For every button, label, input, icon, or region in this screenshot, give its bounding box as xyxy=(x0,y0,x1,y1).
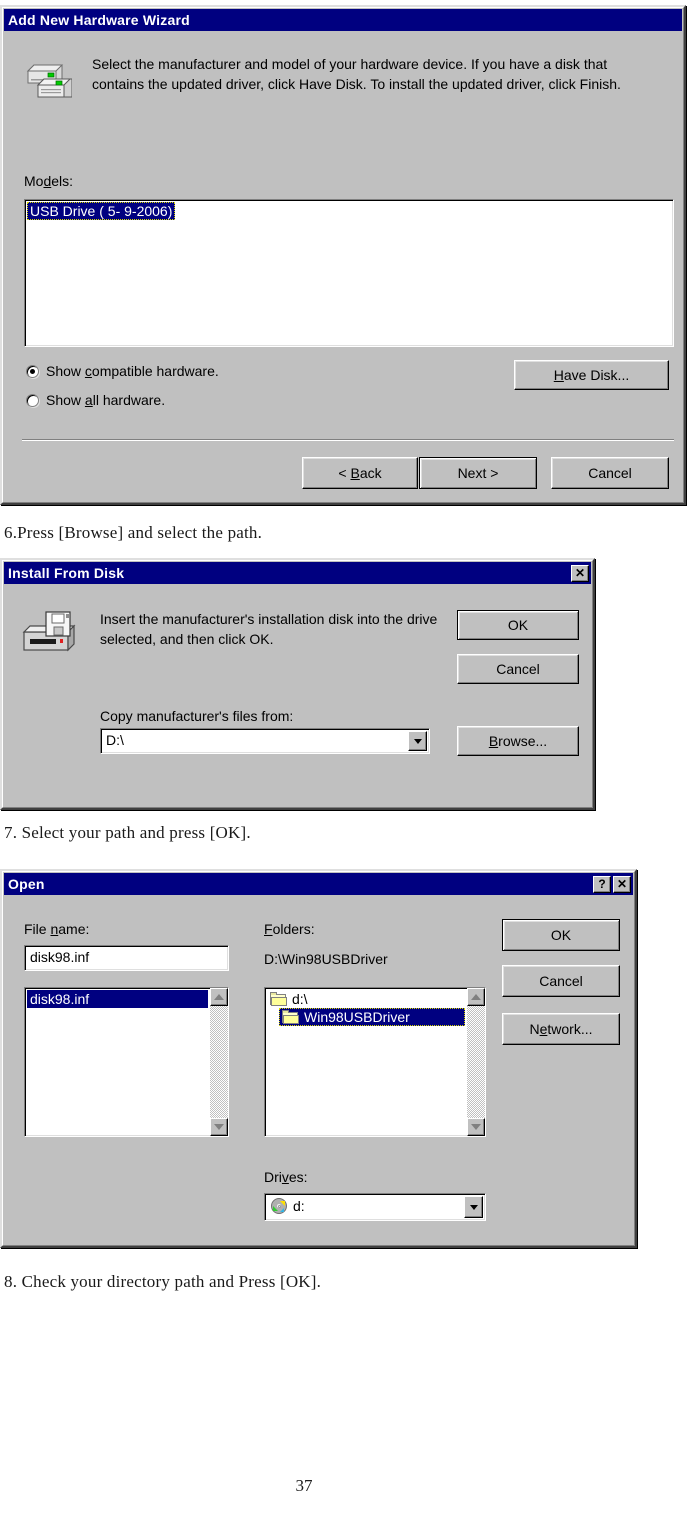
models-label: Models: xyxy=(24,173,74,189)
file-name-value: disk98.inf xyxy=(30,949,90,965)
wizard-separator xyxy=(22,439,674,441)
wizard-instruction: Select the manufacturer and model of you… xyxy=(92,56,621,92)
folder-list-item[interactable]: d:\ xyxy=(267,990,465,1008)
close-icon[interactable]: ✕ xyxy=(613,875,631,893)
folder-list-item[interactable]: Win98USBDriver xyxy=(279,1008,465,1026)
open-dialog-title: Open xyxy=(8,876,45,892)
models-list-item[interactable]: USB Drive ( 5- 9-2006) xyxy=(27,202,176,220)
chevron-down-icon[interactable] xyxy=(464,1196,483,1218)
open-dialog-titlebar[interactable]: Open ? ✕ xyxy=(4,873,633,895)
install-from-disk-titlebar[interactable]: Install From Disk ✕ xyxy=(4,562,591,584)
next-button[interactable]: Next > xyxy=(419,457,537,489)
radio-indicator-all xyxy=(26,393,39,407)
folders-listbox[interactable]: d:\ Win98USBDriver xyxy=(264,987,486,1137)
radio-show-compatible-hardware[interactable]: Show compatible hardware. xyxy=(26,363,219,379)
cancel-button[interactable]: Cancel xyxy=(551,457,669,489)
folders-list-scrollbar[interactable] xyxy=(467,988,485,1136)
install-from-disk-window: Install From Disk ✕ Insert the manufactu… xyxy=(0,558,595,810)
have-disk-button[interactable]: Have Disk... xyxy=(514,360,669,390)
window-inner-frame xyxy=(2,560,593,808)
page-number: 37 xyxy=(295,1476,313,1495)
radio-show-all-hardware[interactable]: Show all hardware. xyxy=(26,392,165,408)
open-folder-icon xyxy=(270,992,287,1006)
drives-combobox[interactable]: d: xyxy=(264,1193,486,1221)
network-button[interactable]: Network... xyxy=(502,1013,620,1045)
browse-button[interactable]: Browse... xyxy=(457,726,579,756)
cd-rom-icon xyxy=(271,1198,287,1214)
scroll-up-icon[interactable] xyxy=(467,988,485,1006)
radio-indicator-compatible xyxy=(26,364,39,378)
file-name-label: File name: xyxy=(24,921,90,937)
step-6-text: 6.Press [Browse] and select the path. xyxy=(4,523,263,542)
copy-files-from-label: Copy manufacturer's files from: xyxy=(100,708,294,724)
scroll-down-icon[interactable] xyxy=(467,1118,485,1136)
file-listbox[interactable]: disk98.inf xyxy=(24,987,229,1137)
cancel-button[interactable]: Cancel xyxy=(457,654,579,684)
ok-button[interactable]: OK xyxy=(502,919,620,951)
chevron-down-icon[interactable] xyxy=(408,731,427,751)
hardware-devices-icon xyxy=(24,57,73,101)
radio-label-all: Show all hardware. xyxy=(46,392,166,408)
step-8-text: 8. Check your directory path and Press [… xyxy=(4,1272,322,1291)
models-listbox[interactable]: USB Drive ( 5- 9-2006) xyxy=(24,199,674,347)
file-list-item[interactable]: disk98.inf xyxy=(27,990,208,1008)
scroll-up-icon[interactable] xyxy=(210,988,228,1006)
copy-path-value: D:\ xyxy=(106,732,124,748)
file-name-input[interactable]: disk98.inf xyxy=(24,945,229,971)
folders-label: Folders: xyxy=(264,921,315,937)
current-path-text: D:\Win98USBDriver xyxy=(264,951,388,967)
drive-value: d: xyxy=(293,1198,305,1214)
wizard-titlebar[interactable]: Add New Hardware Wizard xyxy=(4,9,682,31)
install-from-disk-message: Insert the manufacturer's installation d… xyxy=(100,611,438,647)
help-icon[interactable]: ? xyxy=(593,875,611,893)
floppy-drive-icon xyxy=(22,608,78,656)
back-button[interactable]: < Back xyxy=(302,457,418,489)
step-7-text: 7. Select your path and press [OK]. xyxy=(4,823,251,842)
close-icon[interactable]: ✕ xyxy=(571,564,589,582)
wizard-title: Add New Hardware Wizard xyxy=(8,12,190,28)
open-folder-icon xyxy=(282,1010,299,1024)
install-from-disk-title: Install From Disk xyxy=(8,565,125,581)
copy-path-combobox[interactable]: D:\ xyxy=(100,728,430,754)
ok-button[interactable]: OK xyxy=(457,610,579,640)
file-list-scrollbar[interactable] xyxy=(210,988,228,1136)
add-new-hardware-wizard-window: Add New Hardware Wizard Select the manuf… xyxy=(0,5,686,505)
drives-label: Drives: xyxy=(264,1169,308,1185)
radio-label-compatible: Show compatible hardware. xyxy=(46,363,219,379)
cancel-button[interactable]: Cancel xyxy=(502,965,620,997)
scroll-down-icon[interactable] xyxy=(210,1118,228,1136)
open-dialog-window: Open ? ✕ File name: disk98.inf disk98.in… xyxy=(0,869,637,1248)
